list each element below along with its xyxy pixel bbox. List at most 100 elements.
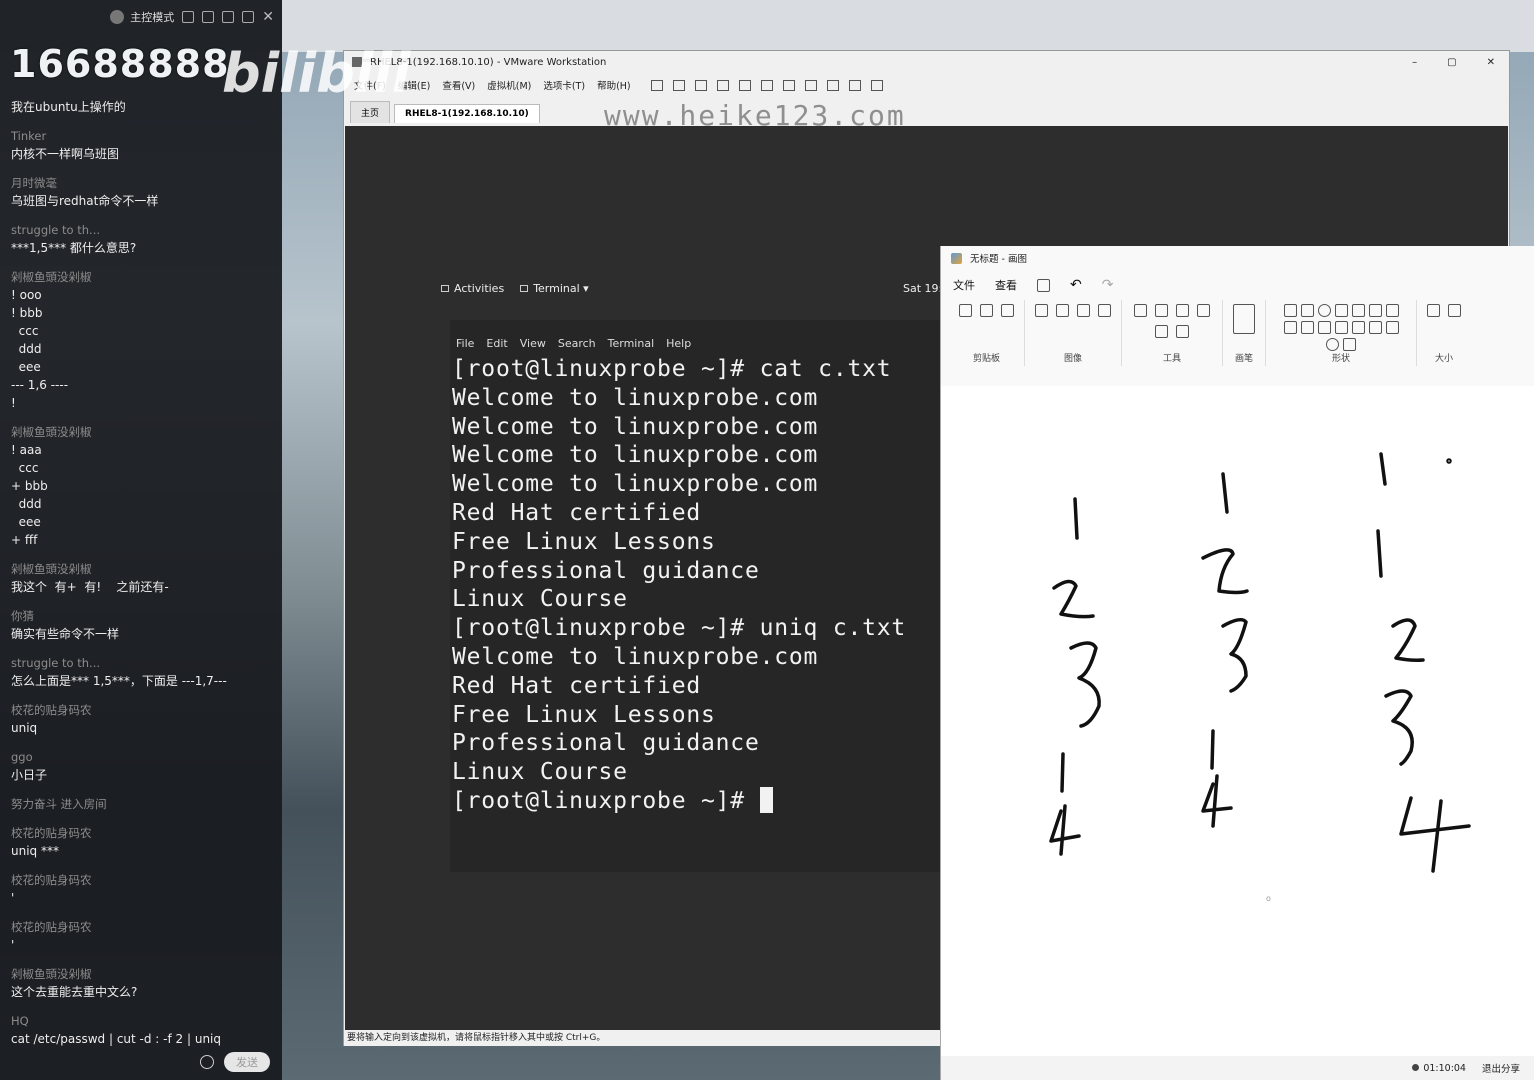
snapshot-manager-icon[interactable] (738, 79, 751, 91)
console-icon[interactable] (848, 79, 861, 91)
terminal-app-menu[interactable]: Terminal ▾ (520, 282, 589, 295)
chat-username[interactable]: 剁椒鱼頭没剁椒 (11, 561, 273, 578)
terminal-prompt-line[interactable]: [root@linuxprobe ~]# (452, 786, 960, 816)
popout-icon[interactable] (202, 11, 215, 23)
chat-username[interactable]: 剁椒鱼頭没剁椒 (11, 966, 273, 983)
chat-username[interactable]: HQ (11, 1013, 273, 1030)
arrow-shape-icon[interactable] (1351, 321, 1365, 334)
thumbnail-icon[interactable] (782, 79, 795, 91)
oval-shape-icon[interactable] (1317, 304, 1331, 317)
pentagon-shape-icon[interactable] (1317, 321, 1331, 334)
chat-username[interactable]: Tinker (11, 128, 273, 145)
cut-icon[interactable] (980, 304, 993, 317)
triangle-shape-icon[interactable] (1385, 304, 1399, 317)
heart-shape-icon[interactable] (1326, 338, 1339, 351)
gnome-clock[interactable]: Sat 19: (903, 282, 942, 295)
eraser-icon[interactable] (1197, 304, 1210, 317)
brush-icon[interactable] (1233, 304, 1255, 334)
size-icon[interactable] (1448, 304, 1461, 317)
rotate-icon[interactable] (1077, 304, 1090, 317)
host-mode[interactable]: 主控模式 (110, 9, 174, 25)
copy-icon[interactable] (1001, 304, 1014, 317)
fill-icon[interactable] (1155, 304, 1168, 317)
resize-icon[interactable] (1098, 304, 1111, 317)
chat-username[interactable]: struggle to th... (11, 222, 273, 239)
paint-menu-view[interactable]: 查看 (995, 277, 1017, 293)
minimize-button[interactable]: – (1412, 57, 1417, 68)
unity-icon[interactable] (826, 79, 839, 91)
close-icon[interactable]: ✕ (262, 10, 274, 24)
lightning-shape-icon[interactable] (1343, 338, 1356, 351)
star-shape-icon[interactable] (1368, 321, 1382, 334)
chat-message: 努力奋斗 进入房间 (11, 796, 273, 813)
diamond-shape-icon[interactable] (1300, 321, 1314, 334)
menu-tabs[interactable]: 选项卡(T) (543, 78, 585, 92)
pause-icon[interactable] (650, 79, 663, 91)
chat-message: 剁椒鱼頭没剁椒 ! aaa ccc + bbb ddd eee + fff (11, 424, 273, 549)
close-button[interactable]: ✕ (1487, 57, 1495, 68)
paste-icon[interactable] (959, 304, 972, 317)
activities-button[interactable]: Activities (441, 282, 504, 295)
stretch-icon[interactable] (870, 79, 883, 91)
save-icon[interactable] (1037, 278, 1050, 292)
chat-username[interactable]: 你猜 (11, 608, 273, 625)
rectangle-shape-icon[interactable] (1334, 304, 1348, 317)
menu-help[interactable]: 帮助(H) (597, 78, 631, 92)
line-shape-icon[interactable] (1283, 304, 1297, 317)
exit-share-button[interactable]: 退出分享 (1482, 1061, 1520, 1075)
undo-icon[interactable]: ↶ (1070, 277, 1082, 293)
terminal-cursor (759, 786, 773, 813)
chat-username[interactable]: 剁椒鱼頭没剁椒 (11, 424, 273, 441)
chat-username[interactable]: 校花的贴身码农 (11, 825, 273, 842)
snapshot-icon[interactable] (694, 79, 707, 91)
emoji-icon[interactable] (200, 1055, 214, 1069)
crop-icon[interactable] (1056, 304, 1069, 317)
color-picker-icon[interactable] (1155, 325, 1168, 338)
menu-view[interactable]: 查看(V) (442, 78, 475, 92)
polygon-shape-icon[interactable] (1368, 304, 1382, 317)
term-menu-search[interactable]: Search (558, 337, 596, 350)
term-menu-file[interactable]: File (456, 337, 474, 350)
chat-username[interactable]: struggle to th... (11, 655, 273, 672)
chat-username[interactable]: 剁椒鱼頭没剁椒 (11, 269, 273, 286)
magnifier-icon[interactable] (1176, 325, 1189, 338)
chat-username[interactable]: 努力奋斗 进入房间 (11, 796, 273, 813)
chat-username[interactable]: ggo (11, 749, 273, 766)
paint-menu-file[interactable]: 文件 (953, 277, 975, 293)
redo-icon[interactable]: ↷ (1102, 277, 1114, 293)
send-ctrl-alt-del-icon[interactable] (672, 79, 685, 91)
term-menu-help[interactable]: Help (666, 337, 691, 350)
pencil-icon[interactable] (1134, 304, 1147, 317)
chat-username[interactable]: 校花的贴身码农 (11, 919, 273, 936)
select-icon[interactable] (1035, 304, 1048, 317)
paint-canvas[interactable]: o (941, 386, 1534, 1056)
fullscreen-icon[interactable] (804, 79, 817, 91)
chat-message-text: 内核不一样啊乌班图 (11, 147, 120, 161)
library-icon[interactable] (760, 79, 773, 91)
text-icon[interactable] (1176, 304, 1189, 317)
curve-shape-icon[interactable] (1300, 304, 1314, 317)
term-menu-terminal[interactable]: Terminal (608, 337, 655, 350)
maximize-icon[interactable] (242, 11, 255, 23)
chat-username[interactable]: 月时微毫 (11, 175, 273, 192)
revert-snapshot-icon[interactable] (716, 79, 729, 91)
terminal-window[interactable]: File Edit View Search Terminal Help [roo… (450, 320, 960, 872)
term-menu-view[interactable]: View (520, 337, 546, 350)
term-menu-edit[interactable]: Edit (486, 337, 507, 350)
live-chat-panel: 主控模式 ✕ 我在ubuntu上操作的 Tinker 内核不一样啊乌班图 月时微毫 乌班… (0, 0, 282, 1080)
terminal-line: Professional guidance (452, 730, 760, 757)
activities-label: Activities (454, 282, 505, 295)
menu-icon[interactable] (222, 11, 235, 23)
rounded-rect-shape-icon[interactable] (1351, 304, 1365, 317)
callout-shape-icon[interactable] (1385, 321, 1399, 334)
maximize-button[interactable]: ▢ (1447, 57, 1456, 68)
chat-username[interactable]: 校花的贴身码农 (11, 872, 273, 889)
tab-rhel8-vm[interactable]: RHEL8-1(192.168.10.10) (394, 104, 540, 123)
chat-username[interactable]: 校花的贴身码农 (11, 702, 273, 719)
settings-icon[interactable] (182, 11, 195, 23)
right-triangle-shape-icon[interactable] (1283, 321, 1297, 334)
send-button[interactable]: 发送 (224, 1052, 270, 1072)
menu-vm[interactable]: 虚拟机(M) (487, 78, 531, 92)
hexagon-shape-icon[interactable] (1334, 321, 1348, 334)
outline-icon[interactable] (1427, 304, 1440, 317)
